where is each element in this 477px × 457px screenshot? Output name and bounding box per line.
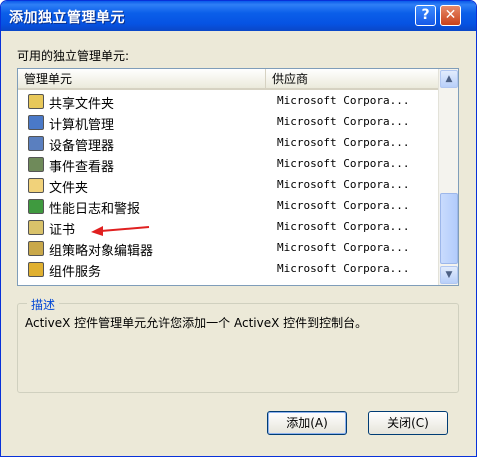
- add-snapin-dialog: 添加独立管理单元 ? ✕ 可用的独立管理单元: 管理单元 供应商 共享文件夹 Mi…: [0, 0, 477, 457]
- red-arrow-annotation: [91, 226, 150, 236]
